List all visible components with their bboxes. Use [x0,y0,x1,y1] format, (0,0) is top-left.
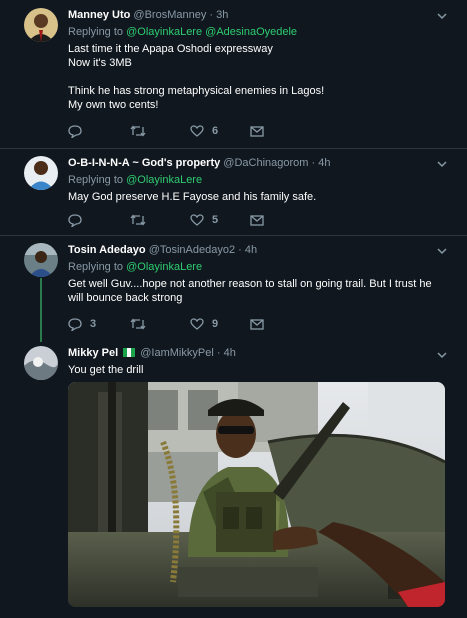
heart-icon [190,125,204,137]
reply-button[interactable] [68,124,90,138]
tweet-actions: 5 [68,213,278,227]
envelope-icon [250,318,264,330]
retweet-icon [130,318,146,330]
like-button[interactable]: 6 [190,124,218,138]
display-name[interactable]: Manney Uto [68,9,130,21]
avatar-image [24,346,58,380]
user-handle[interactable]: @IamMikkyPel [140,347,214,359]
reply-count: 3 [90,318,97,330]
tweet-text: Last time it the Apapa Oshodi expressway… [68,42,437,112]
timestamp[interactable]: 4h [224,347,236,359]
like-count: 5 [212,214,219,226]
dm-button[interactable] [250,124,264,138]
tweet-text: You get the drill [68,363,437,377]
envelope-icon [250,214,264,226]
tweet-actions: 3 9 [68,317,278,331]
avatar-image [24,156,58,190]
retweet-button[interactable] [130,317,154,331]
replying-to: Replying to @OlayinkaLere @AdesinaOyedel… [68,25,437,39]
dm-button[interactable] [250,213,264,227]
avatar-image [24,8,58,42]
separator: · [216,347,221,359]
retweet-button[interactable] [130,213,154,227]
chevron-down-icon[interactable] [437,350,447,360]
timestamp[interactable]: 4h [318,157,330,169]
tweet-text: Get well Guv....hope not another reason … [68,277,437,305]
replying-to-label: Replying to [68,261,124,273]
tweet-text-line: You get the drill [68,364,144,376]
separator: · [311,157,316,169]
avatar-image [24,243,58,277]
avatar[interactable] [24,243,58,277]
heart-icon [190,214,204,226]
tweet-header: Mikky Pel @IamMikkyPel · 4h [68,346,437,360]
mention-link[interactable]: @OlayinkaLere [126,261,202,273]
like-button[interactable]: 5 [190,213,218,227]
tweet-header: Manney Uto @BrosManney · 3h [68,8,437,22]
like-count: 6 [212,125,219,137]
chevron-down-icon[interactable] [437,11,447,21]
tweet-text-line: Now it's 3MB [68,57,132,69]
user-handle[interactable]: @BrosManney [133,9,206,21]
chevron-down-icon[interactable] [437,246,447,256]
reply-button[interactable] [68,213,90,227]
tweet-text-line: Get well Guv....hope not another reason … [68,278,432,290]
reply-icon [68,317,82,331]
display-name[interactable]: O-B-I-N-N-A ~ God's property [68,157,220,169]
heart-icon [190,318,204,330]
user-handle[interactable]: @DaChinagorom [223,157,308,169]
display-name[interactable]: Mikky Pel [68,347,118,359]
tweet-media-photo[interactable] [68,382,445,607]
mention-link[interactable]: @OlayinkaLere [126,26,202,38]
tweet-1[interactable]: Manney Uto @BrosManney · 3h Replying to … [0,0,467,150]
tweet-text-line: My own two cents! [68,99,159,111]
replying-to-label: Replying to [68,174,124,186]
separator: · [238,244,242,256]
tweet-text: May God preserve H.E Fayose and his fami… [68,190,437,204]
timestamp[interactable]: 3h [216,9,228,21]
retweet-icon [130,125,146,137]
replying-to: Replying to @OlayinkaLere [68,260,437,274]
mention-link[interactable]: @OlayinkaLere [126,174,202,186]
reply-button[interactable]: 3 [68,317,96,331]
chevron-down-icon[interactable] [437,159,447,169]
tweet-text-line: will bounce back strong [68,292,183,304]
nigeria-flag-icon [123,348,136,357]
mention-link[interactable]: @AdesinaOyedele [205,26,297,38]
tweet-header: Tosin Adedayo @TosinAdedayo2 · 4h [68,243,437,257]
user-handle[interactable]: @TosinAdedayo2 [149,244,235,256]
tweet-header: O-B-I-N-N-A ~ God's property @DaChinagor… [68,156,437,170]
thread-connector-line [40,278,42,342]
display-name[interactable]: Tosin Adedayo [68,244,146,256]
replying-to: Replying to @OlayinkaLere [68,173,437,187]
tweet-text-line: Last time it the Apapa Oshodi expressway [68,43,273,55]
tweet-3[interactable]: Tosin Adedayo @TosinAdedayo2 · 4h Replyi… [0,236,467,342]
tweet-text-line [68,70,437,84]
dm-button[interactable] [250,317,264,331]
like-button[interactable]: 9 [190,317,218,331]
like-count: 9 [212,318,219,330]
avatar[interactable] [24,346,58,380]
tweet-2[interactable]: O-B-I-N-N-A ~ God's property @DaChinagor… [0,149,467,235]
avatar[interactable] [24,8,58,42]
reply-icon [68,213,82,227]
avatar[interactable] [24,156,58,190]
reply-icon [68,124,82,138]
tweet-text-line: May God preserve H.E Fayose and his fami… [68,191,317,203]
timestamp[interactable]: 4h [245,244,257,256]
retweet-button[interactable] [130,124,154,138]
tweet-text-line: Think he has strong metaphysical enemies… [68,85,325,97]
envelope-icon [250,125,264,137]
replying-to-label: Replying to [68,26,124,38]
separator: · [209,9,214,21]
photo-soldier-armored-vehicle [68,382,445,607]
retweet-icon [130,214,146,226]
tweet-actions: 6 [68,124,278,138]
